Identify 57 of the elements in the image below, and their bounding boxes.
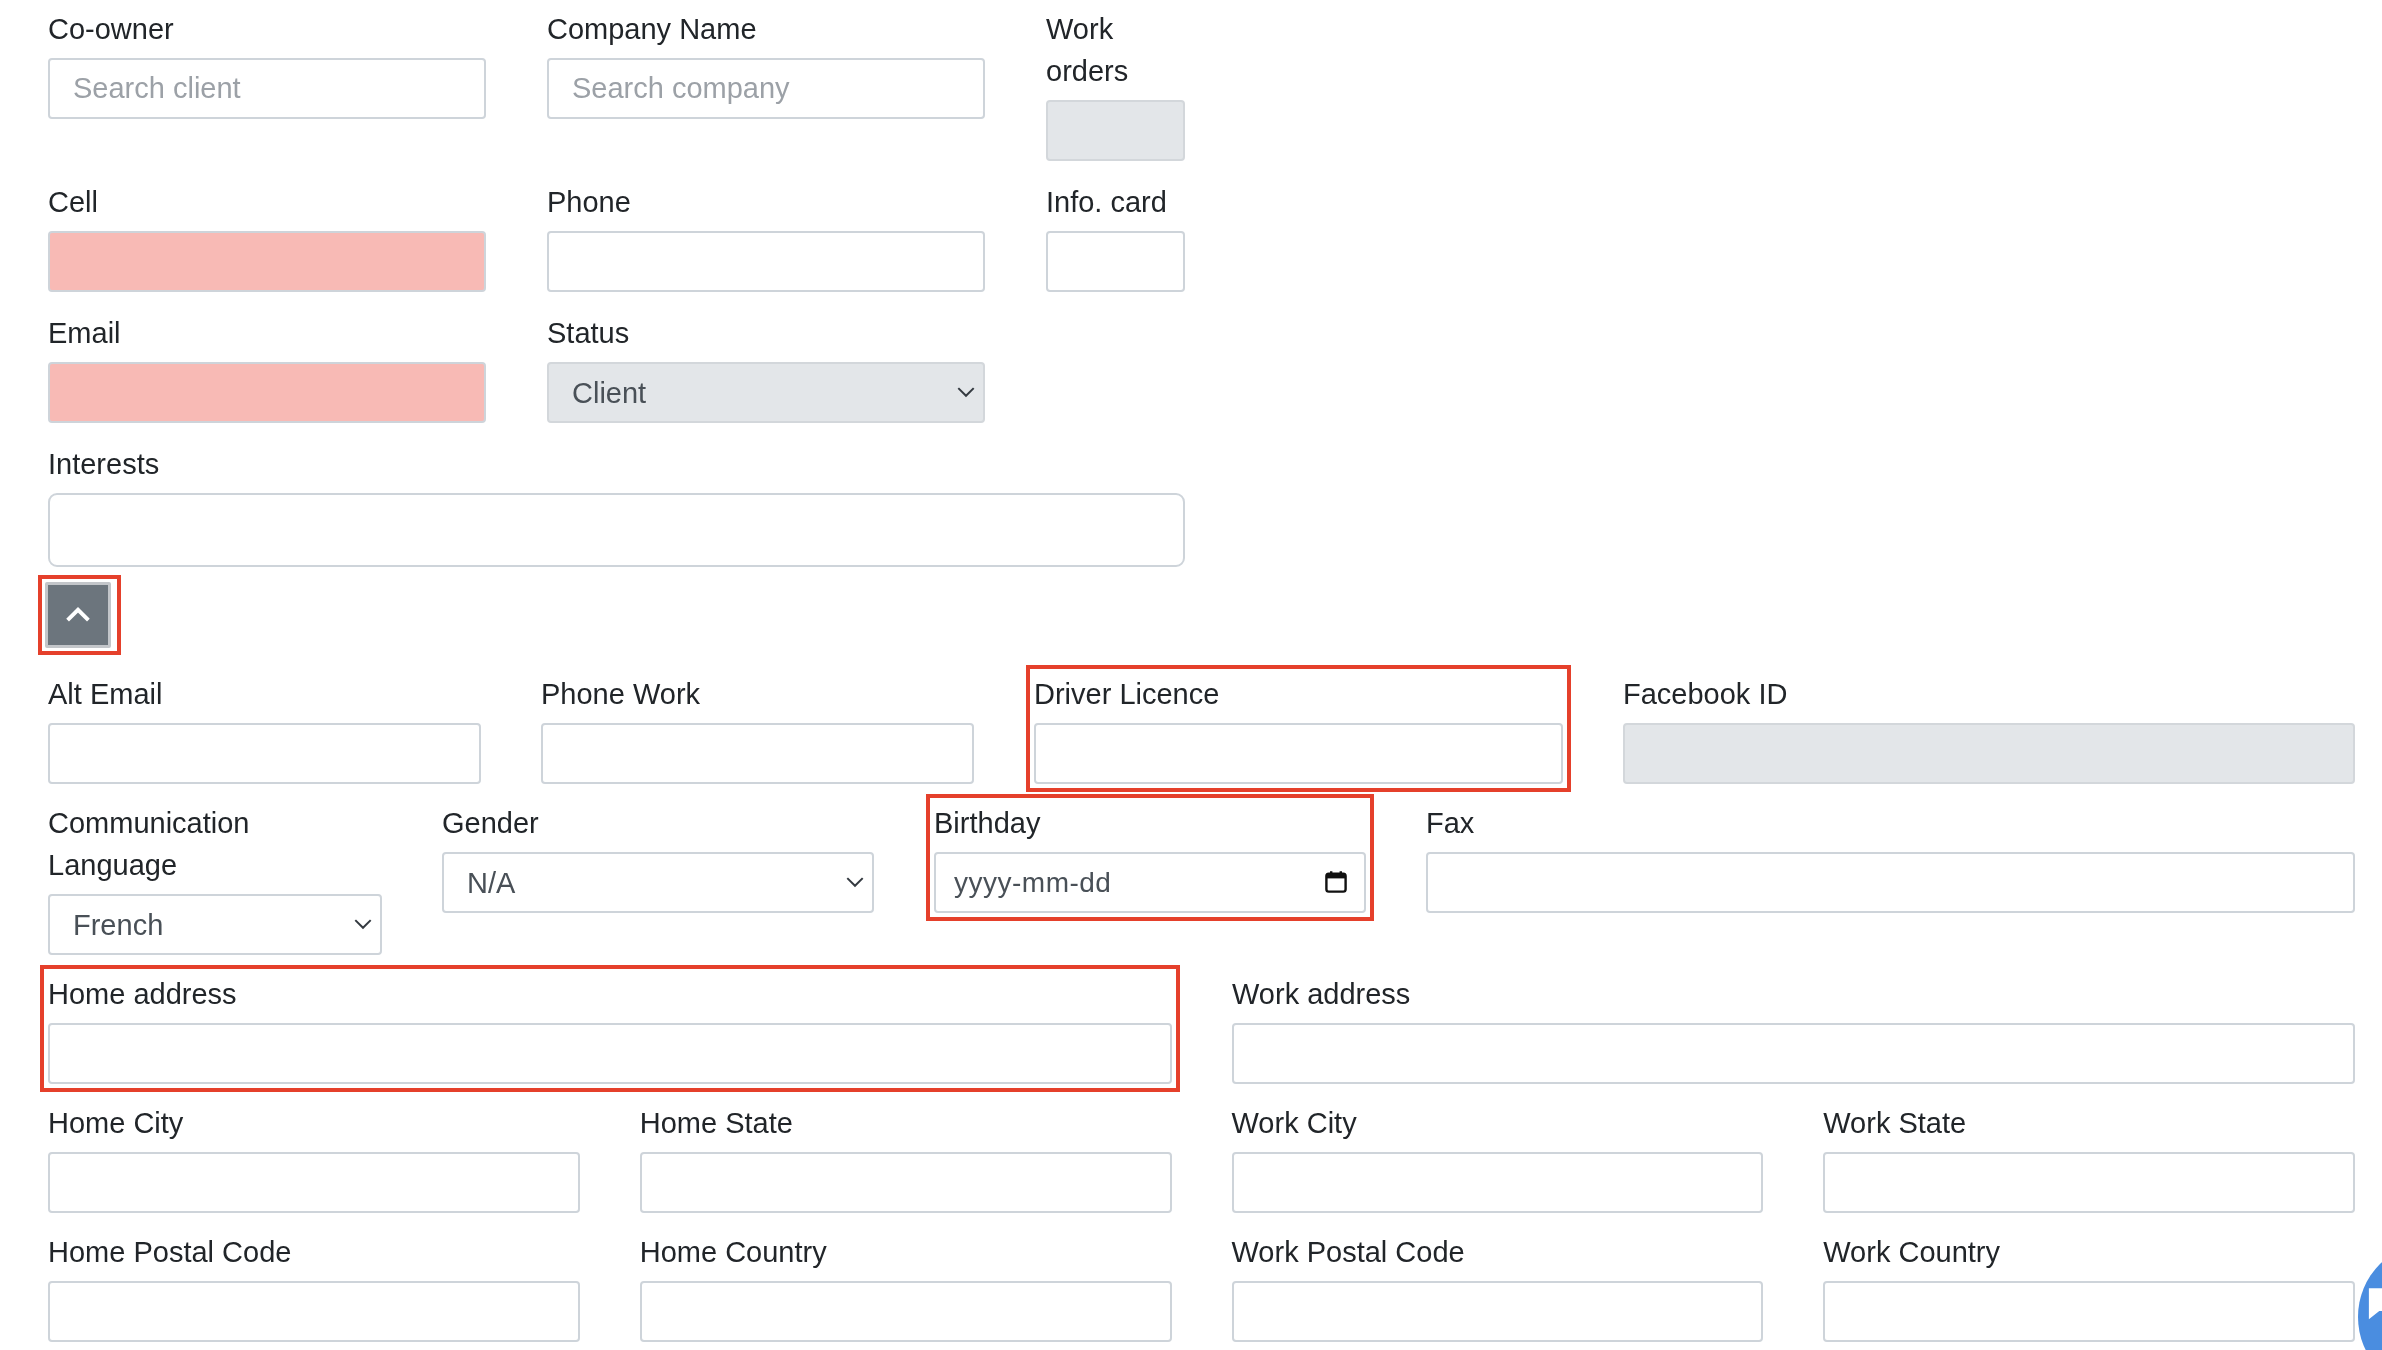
field-label: Status [547, 316, 631, 351]
field-label: Interests [48, 447, 161, 482]
field-label: Co-owner [48, 12, 175, 47]
field-label: Home State [639, 1106, 794, 1141]
field-label: Work State [1823, 1106, 1968, 1141]
field-label: Work Postal Code [1231, 1235, 1466, 1270]
text-field[interactable] [1046, 231, 1185, 292]
collapse-button[interactable] [45, 582, 111, 648]
field-label: Work address [1232, 977, 1412, 1012]
field-label: Email [48, 316, 122, 351]
field-label: Phone [547, 185, 632, 220]
field-label: Work Country [1823, 1235, 2001, 1270]
field-label: Home Postal Code [48, 1235, 293, 1270]
field-label: Driver Licence [1034, 677, 1221, 712]
text-field[interactable] [1034, 723, 1563, 784]
text-field[interactable] [639, 1281, 1172, 1342]
text-field[interactable] [639, 1152, 1172, 1213]
field-label: Cell [48, 185, 99, 220]
tags-field[interactable] [48, 493, 1185, 567]
dropdown-field[interactable]: French [48, 894, 382, 955]
field-label: Communication Language [48, 806, 251, 883]
field-label: Home City [48, 1106, 185, 1141]
text-field[interactable] [48, 1152, 580, 1213]
chevron-down-icon [354, 919, 372, 930]
field-label: Home address [48, 977, 238, 1012]
field-label: Fax [1426, 806, 1476, 841]
text-field[interactable] [547, 231, 985, 292]
dropdown-field[interactable]: N/A [442, 852, 874, 913]
text-field[interactable]: Search client [48, 58, 486, 119]
text-field[interactable] [48, 723, 481, 784]
text-field[interactable] [48, 362, 486, 423]
field-label: Work City [1231, 1106, 1358, 1141]
field-label: Alt Email [48, 677, 164, 712]
text-field[interactable] [48, 231, 486, 292]
field-label: Birthday [934, 806, 1042, 841]
field-label: Home Country [639, 1235, 828, 1270]
text-field[interactable] [1232, 1023, 2355, 1084]
chevron-down-icon [846, 877, 864, 888]
text-field[interactable] [541, 723, 974, 784]
field-label: Facebook ID [1623, 677, 1789, 712]
text-field[interactable] [1823, 1281, 2355, 1342]
text-field[interactable] [1823, 1152, 2355, 1213]
chevron-down-icon [957, 387, 975, 398]
text-field[interactable] [48, 1023, 1172, 1084]
text-field[interactable]: Search company [547, 58, 985, 119]
field-label: Work orders [1046, 12, 1130, 89]
text-field[interactable] [1426, 852, 2355, 913]
chevron-icon [65, 607, 91, 623]
text-field[interactable] [48, 1281, 580, 1342]
text-field[interactable] [1231, 1152, 1764, 1213]
field-label: Phone Work [541, 677, 702, 712]
field-label: Company Name [547, 12, 758, 47]
field-label: Info. card [1046, 185, 1168, 220]
date-field[interactable]: yyyy-mm-dd [934, 852, 1366, 913]
text-field[interactable] [1231, 1281, 1764, 1342]
field-label: Gender [442, 806, 540, 841]
calendar-icon [1324, 870, 1348, 894]
